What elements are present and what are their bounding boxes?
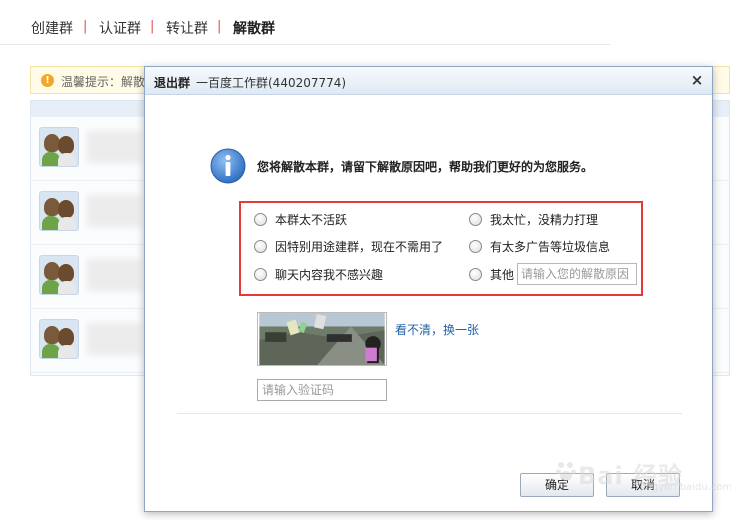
tab-create-group[interactable]: 创建群 [31,18,73,38]
radio-button[interactable] [254,267,267,281]
tab-verify-group[interactable]: 认证群 [99,18,141,38]
group-management-tabs: 创建群 | 认证群 | 转让群 | 解散群 [0,0,731,46]
close-icon[interactable]: × [689,72,705,88]
reason-other[interactable]: 其他 [469,266,514,282]
warm-tip-text: 温馨提示：解散 [61,75,146,89]
tabs-divider [0,44,610,45]
refresh-captcha-link[interactable]: 看不清，换一张 [395,321,479,338]
group-avatar-icon [39,255,79,295]
exclamation-icon: ! [41,74,54,87]
reason-spam[interactable]: 有太多广告等垃圾信息 [469,238,610,254]
dissolve-group-dialog: 退出群 一百度工作群(440207774) × 您将解散本群，请留下解散原因吧，… [144,66,713,512]
dialog-group-name: 一百度工作群(440207774) [196,76,347,90]
reason-inactive[interactable]: 本群太不活跃 [254,211,347,227]
group-avatar-icon [39,319,79,359]
dialog-title: 退出群 [154,76,191,90]
other-reason-input[interactable] [517,263,637,285]
cancel-button[interactable]: 取消 [606,473,680,497]
reason-label: 因特别用途建群，现在不需用了 [275,239,444,254]
captcha-image[interactable] [257,312,387,366]
group-avatar-icon [39,127,79,167]
tab-transfer-group[interactable]: 转让群 [166,18,208,38]
group-avatar-icon [39,191,79,231]
blurred-group-info [87,131,141,163]
dialog-divider [177,413,682,414]
info-icon [210,148,246,184]
reason-too-busy[interactable]: 我太忙，没精力打理 [469,211,598,227]
radio-button[interactable] [469,239,482,253]
radio-button[interactable] [469,212,482,226]
reason-not-interested[interactable]: 聊天内容我不感兴趣 [254,266,383,282]
radio-button[interactable] [469,267,482,281]
radio-button[interactable] [254,239,267,253]
captcha-input[interactable] [257,379,387,401]
tab-dissolve-group[interactable]: 解散群 [233,18,275,38]
tab-separator: | [83,19,88,34]
blurred-group-info [87,323,141,355]
radio-button[interactable] [254,212,267,226]
reason-no-longer-needed[interactable]: 因特别用途建群，现在不需用了 [254,238,443,254]
reason-label: 我太忙，没精力打理 [490,212,599,227]
reason-label: 有太多广告等垃圾信息 [490,239,611,254]
reason-label: 其他 [490,267,515,282]
blurred-group-info [87,195,141,227]
blurred-group-info [87,259,141,291]
reason-label: 本群太不活跃 [275,212,348,227]
dissolve-reason-options: 本群太不活跃 我太忙，没精力打理 因特别用途建群，现在不需用了 有太多广告等垃圾… [239,201,643,296]
tab-separator: | [150,19,155,34]
dissolve-message: 您将解散本群，请留下解散原因吧，帮助我们更好的为您服务。 [257,160,594,174]
confirm-button[interactable]: 确定 [520,473,594,497]
dialog-titlebar[interactable]: 退出群 一百度工作群(440207774) × [145,67,712,95]
tab-separator: | [217,19,222,34]
reason-label: 聊天内容我不感兴趣 [275,267,384,282]
